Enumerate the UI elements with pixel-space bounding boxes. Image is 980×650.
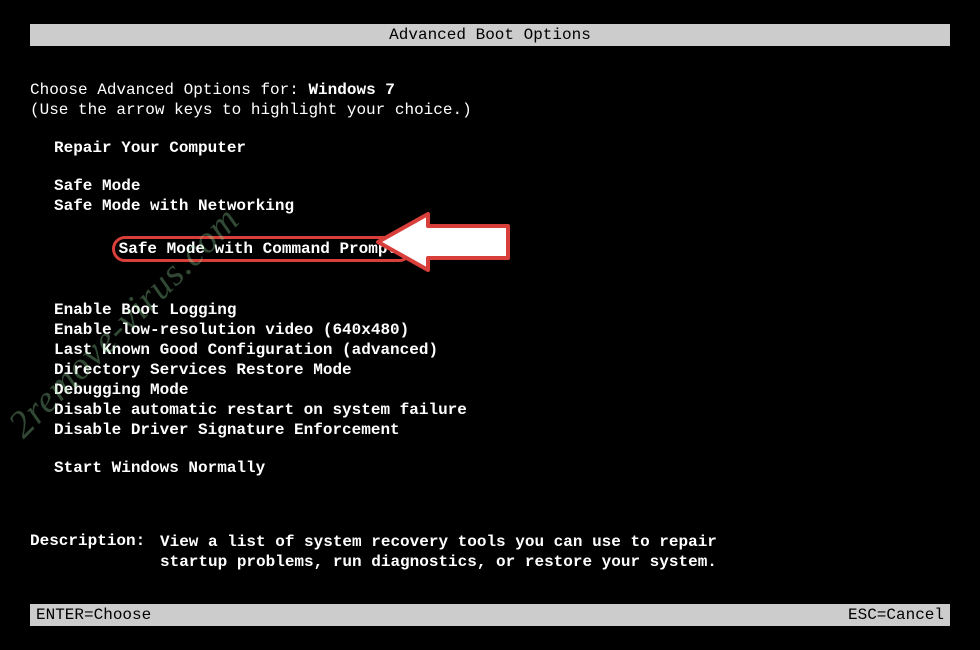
menu-no-sig-enforce[interactable]: Disable Driver Signature Enforcement [30,420,950,440]
menu-start-normally[interactable]: Start Windows Normally [30,458,950,478]
menu-repair[interactable]: Repair Your Computer [30,138,950,158]
menu-ds-restore[interactable]: Directory Services Restore Mode [30,360,950,380]
description-row: Description: View a list of system recov… [30,532,950,572]
menu-safe-mode-cmd[interactable]: Safe Mode with Command Prompt [112,236,412,262]
page-title: Advanced Boot Options [389,26,591,44]
menu-safe-mode-networking[interactable]: Safe Mode with Networking [30,196,950,216]
menu-no-auto-restart[interactable]: Disable automatic restart on system fail… [30,400,950,420]
footer-esc: ESC=Cancel [848,606,944,624]
menu-boot-logging[interactable]: Enable Boot Logging [30,300,950,320]
os-name: Windows 7 [308,81,394,99]
menu-debugging[interactable]: Debugging Mode [30,380,950,400]
footer-bar: ENTER=Choose ESC=Cancel [30,604,950,626]
title-bar: Advanced Boot Options [30,24,950,46]
description-text: View a list of system recovery tools you… [160,532,950,572]
menu-safe-mode-cmd-row[interactable]: Safe Mode with Command Prompt [30,216,950,282]
hint-line: (Use the arrow keys to highlight your ch… [30,100,950,120]
boot-menu-content: Choose Advanced Options for: Windows 7 (… [30,80,950,572]
description-label: Description: [30,532,160,572]
menu-safe-mode[interactable]: Safe Mode [30,176,950,196]
choose-line: Choose Advanced Options for: Windows 7 [30,80,950,100]
menu-last-known[interactable]: Last Known Good Configuration (advanced) [30,340,950,360]
footer-enter: ENTER=Choose [36,606,151,624]
menu-low-res[interactable]: Enable low-resolution video (640x480) [30,320,950,340]
